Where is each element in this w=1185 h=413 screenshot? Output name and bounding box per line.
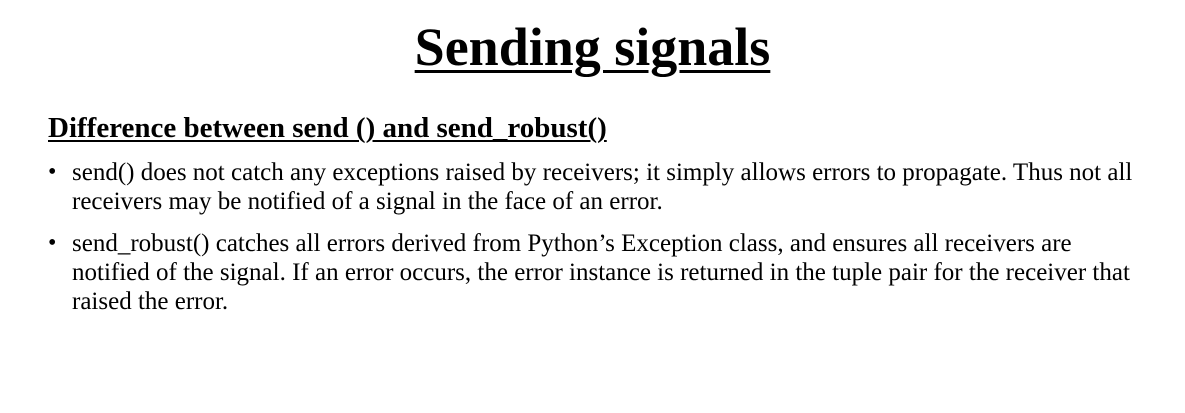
slide-title: Sending signals xyxy=(414,17,771,77)
bullet-marker: • xyxy=(48,159,57,185)
bullet-item-send: • send() does not catch any exceptions r… xyxy=(48,158,1138,216)
bullet-text-send-robust: send_robust() catches all errors derived… xyxy=(72,230,1130,315)
bullet-text-send: send() does not catch any exceptions rai… xyxy=(72,159,1133,215)
slide-subtitle: Difference between send () and send_robu… xyxy=(48,112,607,144)
bullet-item-send-robust: • send_robust() catches all errors deriv… xyxy=(48,229,1138,316)
slide: Sending signals Difference between send … xyxy=(0,0,1185,413)
bullet-marker: • xyxy=(48,230,57,256)
bullet-list: • send() does not catch any exceptions r… xyxy=(48,158,1138,329)
